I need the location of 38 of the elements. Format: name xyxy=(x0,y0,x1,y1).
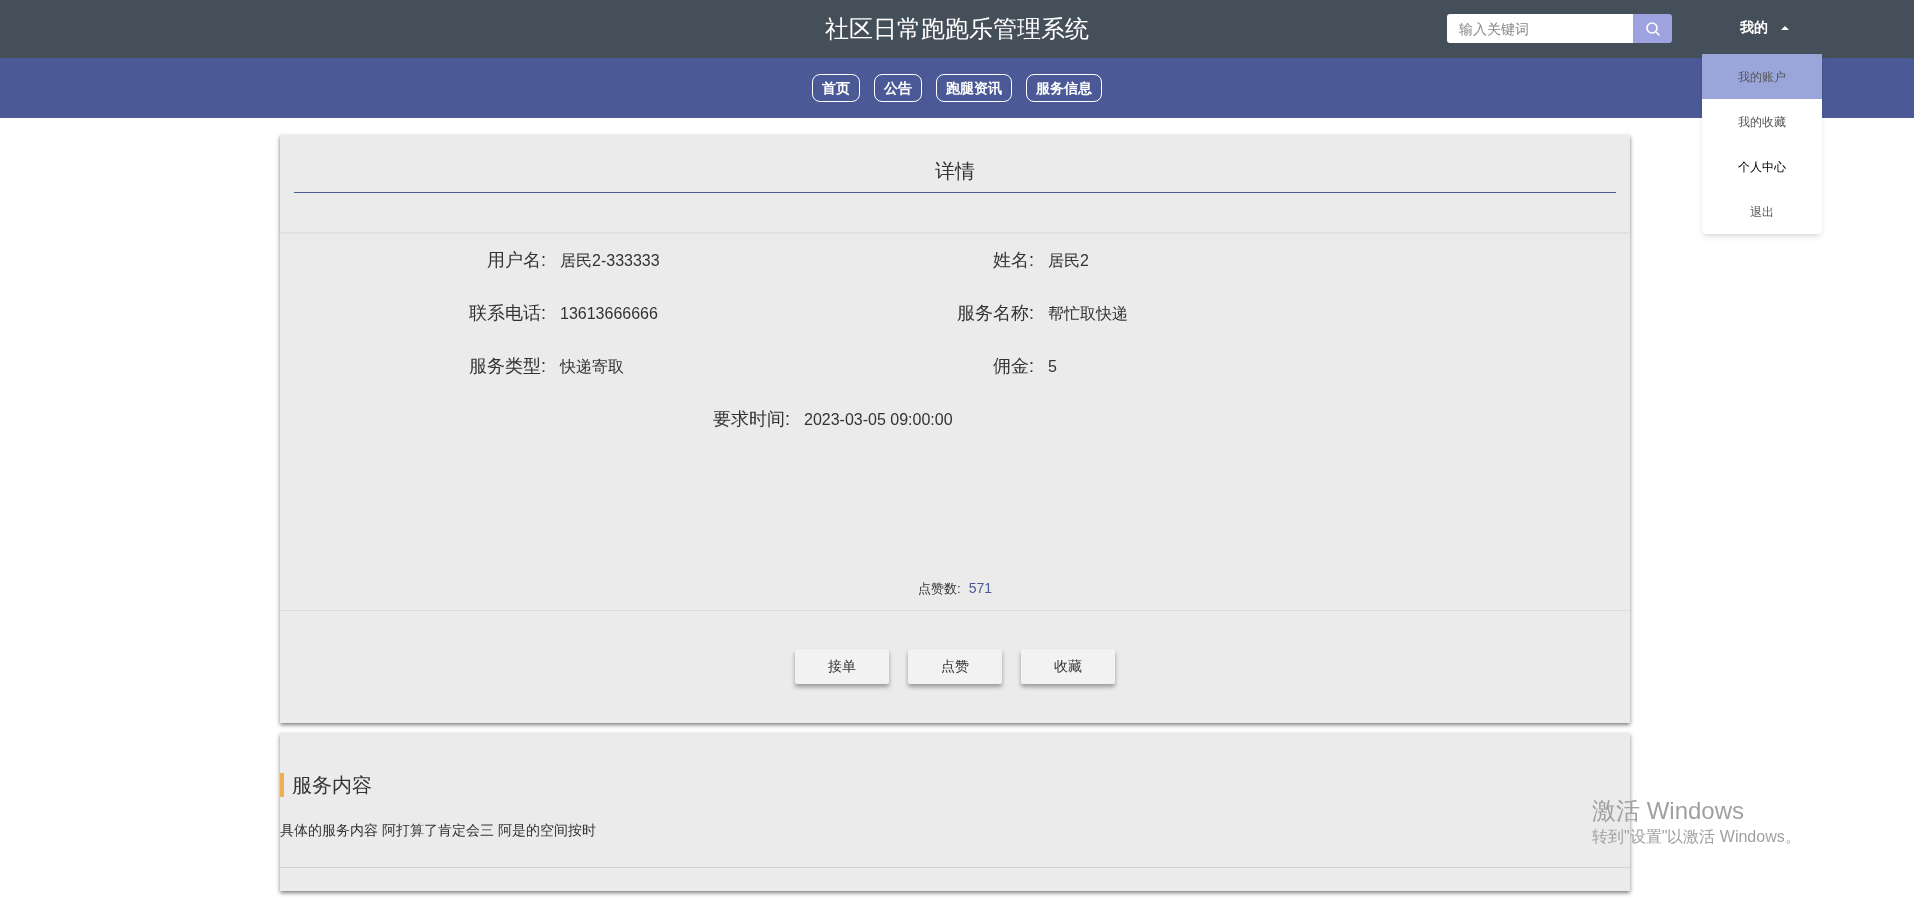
card-title: 详情 xyxy=(934,159,976,184)
menu-item[interactable]: 退出 xyxy=(1702,189,1822,234)
action-button[interactable]: 收藏 xyxy=(1021,648,1115,684)
field-label: 佣金: xyxy=(992,355,1035,378)
section-heading: 服务内容 xyxy=(292,773,372,798)
content-text: 具体的服务内容 阿打算了肯定会三 阿是的空间按时 xyxy=(280,821,596,840)
field-label: 要求时间: xyxy=(712,408,791,431)
menu-item[interactable]: 我的收藏 xyxy=(1702,99,1822,144)
field-value: 居民2-333333 xyxy=(560,250,660,271)
nav-link[interactable]: 公告 xyxy=(874,74,922,102)
field-value: 帮忙取快递 xyxy=(1048,303,1128,324)
activation-title: 激活 Windows xyxy=(1592,796,1746,826)
likes-count: 571 xyxy=(968,579,992,598)
search-button[interactable] xyxy=(1633,14,1672,43)
field-value: 5 xyxy=(1048,356,1057,377)
field-label: 联系电话: xyxy=(468,302,547,325)
field-label: 服务名称: xyxy=(956,302,1035,325)
nav-link[interactable]: 首页 xyxy=(812,74,860,102)
action-button[interactable]: 点赞 xyxy=(908,648,1002,684)
account-menu[interactable]: 我的 xyxy=(1740,17,1790,38)
field-label: 姓名: xyxy=(992,249,1035,272)
menu-item[interactable]: 个人中心 xyxy=(1702,144,1822,189)
likes-label: 点赞数: xyxy=(918,579,961,598)
activation-text: 转到"设置"以激活 Windows。 xyxy=(1592,827,1801,847)
search-field[interactable]: 输入关键词 xyxy=(1447,14,1633,43)
search-icon xyxy=(1644,20,1661,37)
field-value: 13613666666 xyxy=(560,303,658,324)
field-label: 服务类型: xyxy=(468,355,547,378)
field-value: 2023-03-05 09:00:00 xyxy=(804,409,953,430)
field-value: 居民2 xyxy=(1048,250,1089,271)
accent-bar xyxy=(280,773,284,797)
nav-link[interactable]: 服务信息 xyxy=(1026,74,1102,102)
site-title: 社区日常跑跑乐管理系统 xyxy=(825,14,1089,44)
nav-link[interactable]: 跑腿资讯 xyxy=(936,74,1012,102)
action-button[interactable]: 接单 xyxy=(795,648,889,684)
field-value: 快递寄取 xyxy=(560,356,624,377)
caret-icon xyxy=(1780,23,1790,32)
field-label: 用户名: xyxy=(486,249,547,272)
